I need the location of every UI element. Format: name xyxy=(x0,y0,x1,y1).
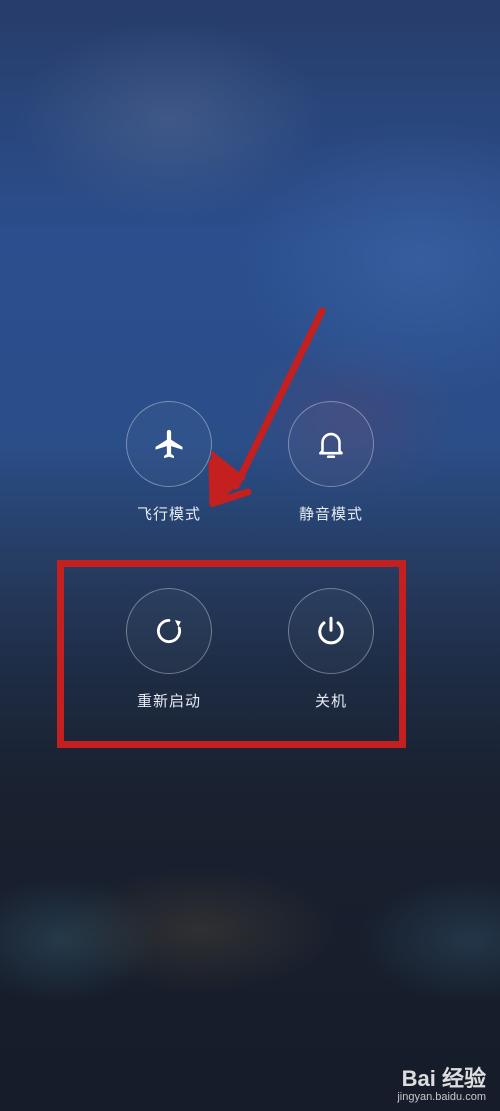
baidu-jingyan-watermark: Bai 经验 jingyan.baidu.com xyxy=(397,1067,486,1104)
watermark-brand: Bai 经验 xyxy=(397,1067,486,1091)
blurred-wallpaper-background xyxy=(0,0,500,1111)
annotation-highlight-box xyxy=(57,560,406,748)
silent-mode-button[interactable] xyxy=(288,401,374,487)
airplane-mode-button[interactable] xyxy=(126,401,212,487)
watermark-brand-text: Bai 经验 xyxy=(401,1066,486,1091)
silent-mode-toggle[interactable]: 静音模式 xyxy=(261,401,401,524)
silent-mode-label: 静音模式 xyxy=(298,505,363,523)
airplane-mode-toggle[interactable]: 飞行模式 xyxy=(99,401,239,524)
airplane-icon xyxy=(155,429,183,459)
airplane-mode-label: 飞行模式 xyxy=(136,505,201,523)
watermark-url: jingyan.baidu.com xyxy=(397,1091,486,1103)
bell-icon xyxy=(319,432,343,459)
